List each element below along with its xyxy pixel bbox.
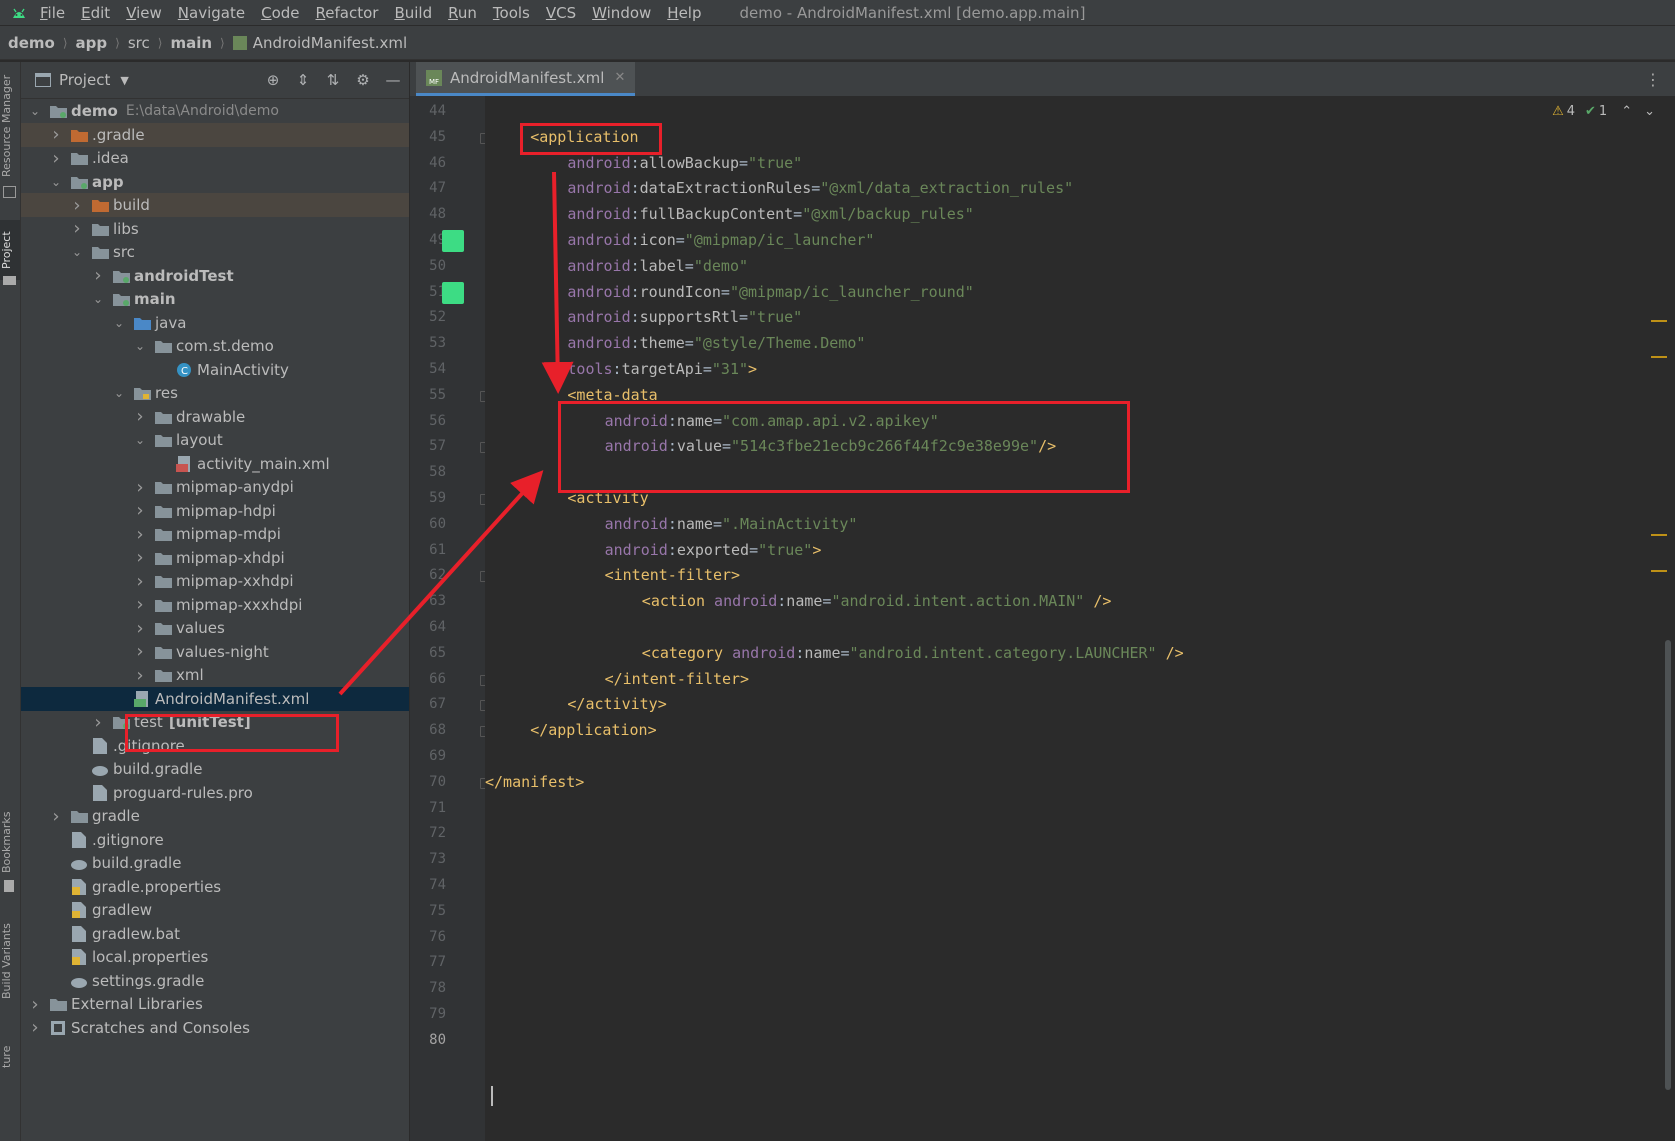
annotation-arrows [338,171,574,696]
arrow-down [541,171,574,394]
arrow-diagonal [338,470,544,696]
